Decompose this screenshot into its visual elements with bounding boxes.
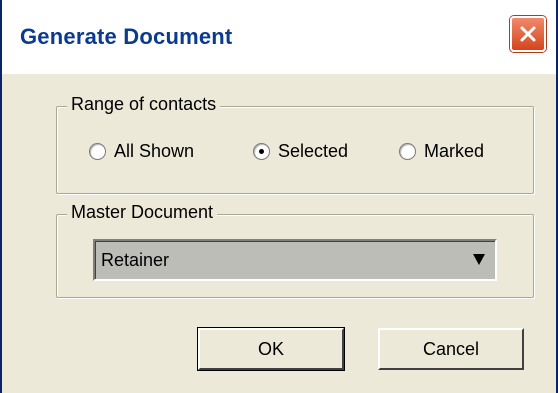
radio-all-shown-label: All Shown — [114, 141, 195, 161]
radio-marked-circle[interactable] — [399, 143, 416, 160]
master-document-select[interactable]: Retainer — [93, 239, 497, 281]
range-group-label: Range of contacts — [67, 94, 221, 115]
cancel-button[interactable]: Cancel — [378, 328, 524, 370]
radio-selected[interactable]: Selected — [253, 141, 348, 162]
radio-all-shown[interactable]: All Shown — [89, 141, 194, 162]
close-button[interactable] — [510, 16, 546, 52]
radio-all-shown-circle[interactable] — [89, 143, 106, 160]
dialog-title: Generate Document — [20, 24, 233, 49]
title-bar: Generate Document — [2, 0, 556, 74]
radio-selected-label: Selected — [278, 141, 349, 161]
master-document-value: Retainer — [101, 250, 170, 270]
ok-button[interactable]: OK — [197, 327, 345, 371]
radio-marked[interactable]: Marked — [399, 141, 484, 162]
range-of-contacts-group: Range of contacts All Shown Selected Mar… — [56, 94, 534, 194]
radio-marked-label: Marked — [424, 141, 485, 161]
master-group-label: Master Document — [67, 202, 218, 223]
dropdown-arrow-icon[interactable] — [471, 251, 487, 267]
radio-selected-circle[interactable] — [253, 143, 270, 160]
close-icon — [520, 26, 536, 42]
generate-document-dialog: Generate Document Range of contacts All … — [0, 0, 558, 393]
master-document-group: Master Document Retainer — [56, 202, 534, 298]
